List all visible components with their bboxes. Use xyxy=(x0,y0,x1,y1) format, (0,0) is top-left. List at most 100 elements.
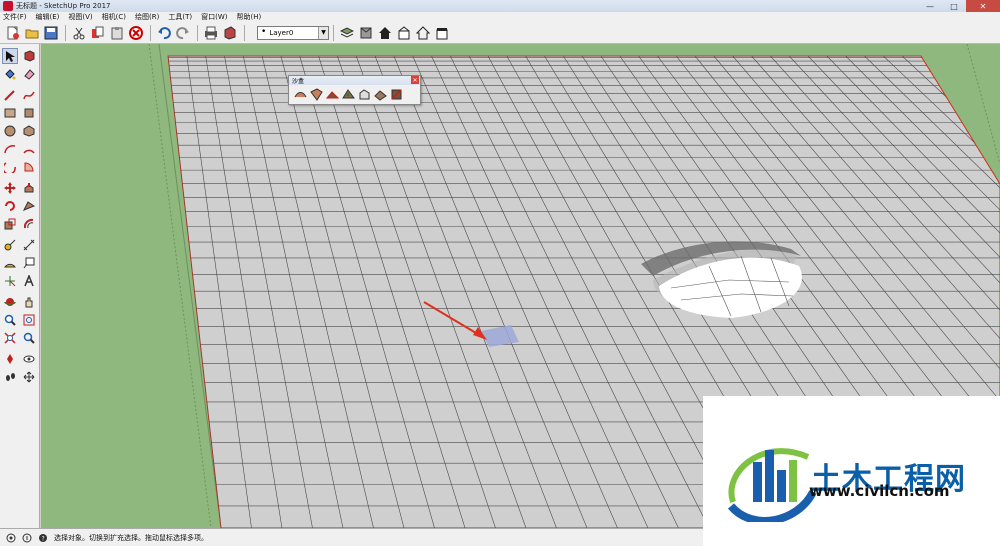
redo-icon[interactable] xyxy=(174,24,191,41)
previous-view-icon[interactable] xyxy=(21,330,37,346)
sketchup-app-icon xyxy=(3,1,13,11)
pan-hand-icon[interactable] xyxy=(21,294,37,310)
make-component-icon[interactable] xyxy=(21,48,37,64)
protractor-icon[interactable] xyxy=(2,255,18,271)
watermark-url: www.civilcn.com xyxy=(809,482,950,500)
status-text: 选择对象。切换到扩充选择。拖动鼠标选择多项。 xyxy=(54,533,208,542)
zoom-window-icon[interactable] xyxy=(21,312,37,328)
eraser-icon[interactable] xyxy=(21,66,37,82)
menu-tools[interactable]: 工具(T) xyxy=(168,12,192,22)
window-controls: — □ ✕ xyxy=(918,0,1000,12)
smoove-icon[interactable] xyxy=(325,87,340,102)
sandbox-tools xyxy=(289,85,420,102)
layer-select-value: Layer0 xyxy=(269,28,294,37)
sandbox-toolbar[interactable]: 沙盒 ✕ xyxy=(288,75,421,105)
copy-icon[interactable] xyxy=(89,24,106,41)
cut-icon[interactable] xyxy=(70,24,87,41)
toolbar-separator xyxy=(244,24,245,41)
arc-icon[interactable] xyxy=(2,141,18,157)
layer-select[interactable]: • Layer0 ▼ xyxy=(257,25,329,40)
front-view-icon[interactable] xyxy=(395,24,412,41)
select-arrow-icon[interactable] xyxy=(2,48,18,64)
menu-window[interactable]: 窗口(W) xyxy=(201,12,227,22)
rectangle-icon[interactable] xyxy=(2,105,18,121)
look-around-icon[interactable] xyxy=(21,351,37,367)
toolbar-separator xyxy=(333,24,334,41)
minimize-icon[interactable]: — xyxy=(918,0,942,12)
save-icon[interactable] xyxy=(42,24,59,41)
close-icon[interactable]: ✕ xyxy=(966,0,1000,12)
tape-measure-icon[interactable] xyxy=(2,237,18,253)
sandbox-toolbar-title: 沙盒 xyxy=(292,78,305,85)
svg-text:?: ? xyxy=(42,535,45,542)
three-point-arc-icon[interactable] xyxy=(2,159,18,175)
home-view-icon[interactable] xyxy=(376,24,393,41)
toolbar-separator xyxy=(197,24,198,41)
credits-icon[interactable] xyxy=(22,533,32,543)
paint-bucket-icon[interactable] xyxy=(2,66,18,82)
menu-edit[interactable]: 编辑(E) xyxy=(36,12,60,22)
offset-icon[interactable] xyxy=(21,216,37,232)
right-view-icon[interactable] xyxy=(433,24,450,41)
paste-icon[interactable] xyxy=(108,24,125,41)
title-bar: 无标题 - SketchUp Pro 2017 — □ ✕ xyxy=(0,0,1000,12)
rotate-icon[interactable] xyxy=(2,198,18,214)
watermark-logo-icon xyxy=(727,448,817,522)
erase-icon[interactable] xyxy=(127,24,144,41)
window-title: 无标题 - SketchUp Pro 2017 xyxy=(16,2,111,10)
walk-icon[interactable] xyxy=(2,369,18,385)
section-plane-icon[interactable] xyxy=(21,369,37,385)
dimension-icon[interactable] xyxy=(21,237,37,253)
rotated-rectangle-icon[interactable] xyxy=(21,105,37,121)
pie-icon[interactable] xyxy=(21,159,37,175)
menu-help[interactable]: 帮助(H) xyxy=(236,12,261,22)
menu-camera[interactable]: 相机(C) xyxy=(102,12,126,22)
chevron-down-icon[interactable]: ▼ xyxy=(318,26,328,39)
scale-icon[interactable] xyxy=(2,216,18,232)
house-outline-icon[interactable] xyxy=(414,24,431,41)
two-point-arc-icon[interactable] xyxy=(21,141,37,157)
menu-file[interactable]: 文件(F) xyxy=(3,12,27,22)
drape-icon[interactable] xyxy=(357,87,372,102)
model-info-icon[interactable] xyxy=(221,24,238,41)
watermark: 土木工程网 www.civilcn.com xyxy=(703,396,1000,546)
move-icon[interactable] xyxy=(2,180,18,196)
menu-view[interactable]: 视图(V) xyxy=(68,12,92,22)
print-icon[interactable] xyxy=(202,24,219,41)
menu-draw[interactable]: 绘图(R) xyxy=(135,12,159,22)
three-d-text-icon[interactable] xyxy=(21,273,37,289)
open-icon[interactable] xyxy=(23,24,40,41)
line-pencil-icon[interactable] xyxy=(2,87,18,103)
menu-bar: 文件(F) 编辑(E) 视图(V) 相机(C) 绘图(R) 工具(T) 窗口(W… xyxy=(0,12,1000,22)
components-icon[interactable] xyxy=(357,24,374,41)
stamp-icon[interactable] xyxy=(341,87,356,102)
sandbox-toolbar-title-bar[interactable]: 沙盒 ✕ xyxy=(289,76,420,85)
axes-icon[interactable] xyxy=(2,273,18,289)
status-bar: ? 选择对象。切换到扩充选择。拖动鼠标选择多项。 xyxy=(0,528,703,546)
close-icon[interactable]: ✕ xyxy=(411,76,419,84)
layer-manager-icon[interactable] xyxy=(338,24,355,41)
sandbox-from-contours-icon[interactable] xyxy=(293,87,308,102)
maximize-icon[interactable]: □ xyxy=(942,0,966,12)
geo-location-icon[interactable] xyxy=(6,533,16,543)
text-label-icon[interactable] xyxy=(21,255,37,271)
new-icon[interactable] xyxy=(4,24,21,41)
zoom-icon[interactable] xyxy=(2,312,18,328)
main-toolbar: • Layer0 ▼ xyxy=(0,22,1000,44)
polygon-icon[interactable] xyxy=(21,123,37,139)
sandbox-from-scratch-icon[interactable] xyxy=(309,87,324,102)
help-info-icon[interactable]: ? xyxy=(38,533,48,543)
circle-icon[interactable] xyxy=(2,123,18,139)
orbit-icon[interactable] xyxy=(2,294,18,310)
left-toolbar xyxy=(0,44,40,528)
position-camera-icon[interactable] xyxy=(2,351,18,367)
push-pull-icon[interactable] xyxy=(21,180,37,196)
active-layer-dot-icon: • xyxy=(261,27,267,37)
add-detail-icon[interactable] xyxy=(373,87,388,102)
zoom-extents-icon[interactable] xyxy=(2,330,18,346)
flip-edge-icon[interactable] xyxy=(389,87,404,102)
freehand-icon[interactable] xyxy=(21,87,37,103)
undo-icon[interactable] xyxy=(155,24,172,41)
toolbar-separator xyxy=(65,24,66,41)
follow-me-icon[interactable] xyxy=(21,198,37,214)
